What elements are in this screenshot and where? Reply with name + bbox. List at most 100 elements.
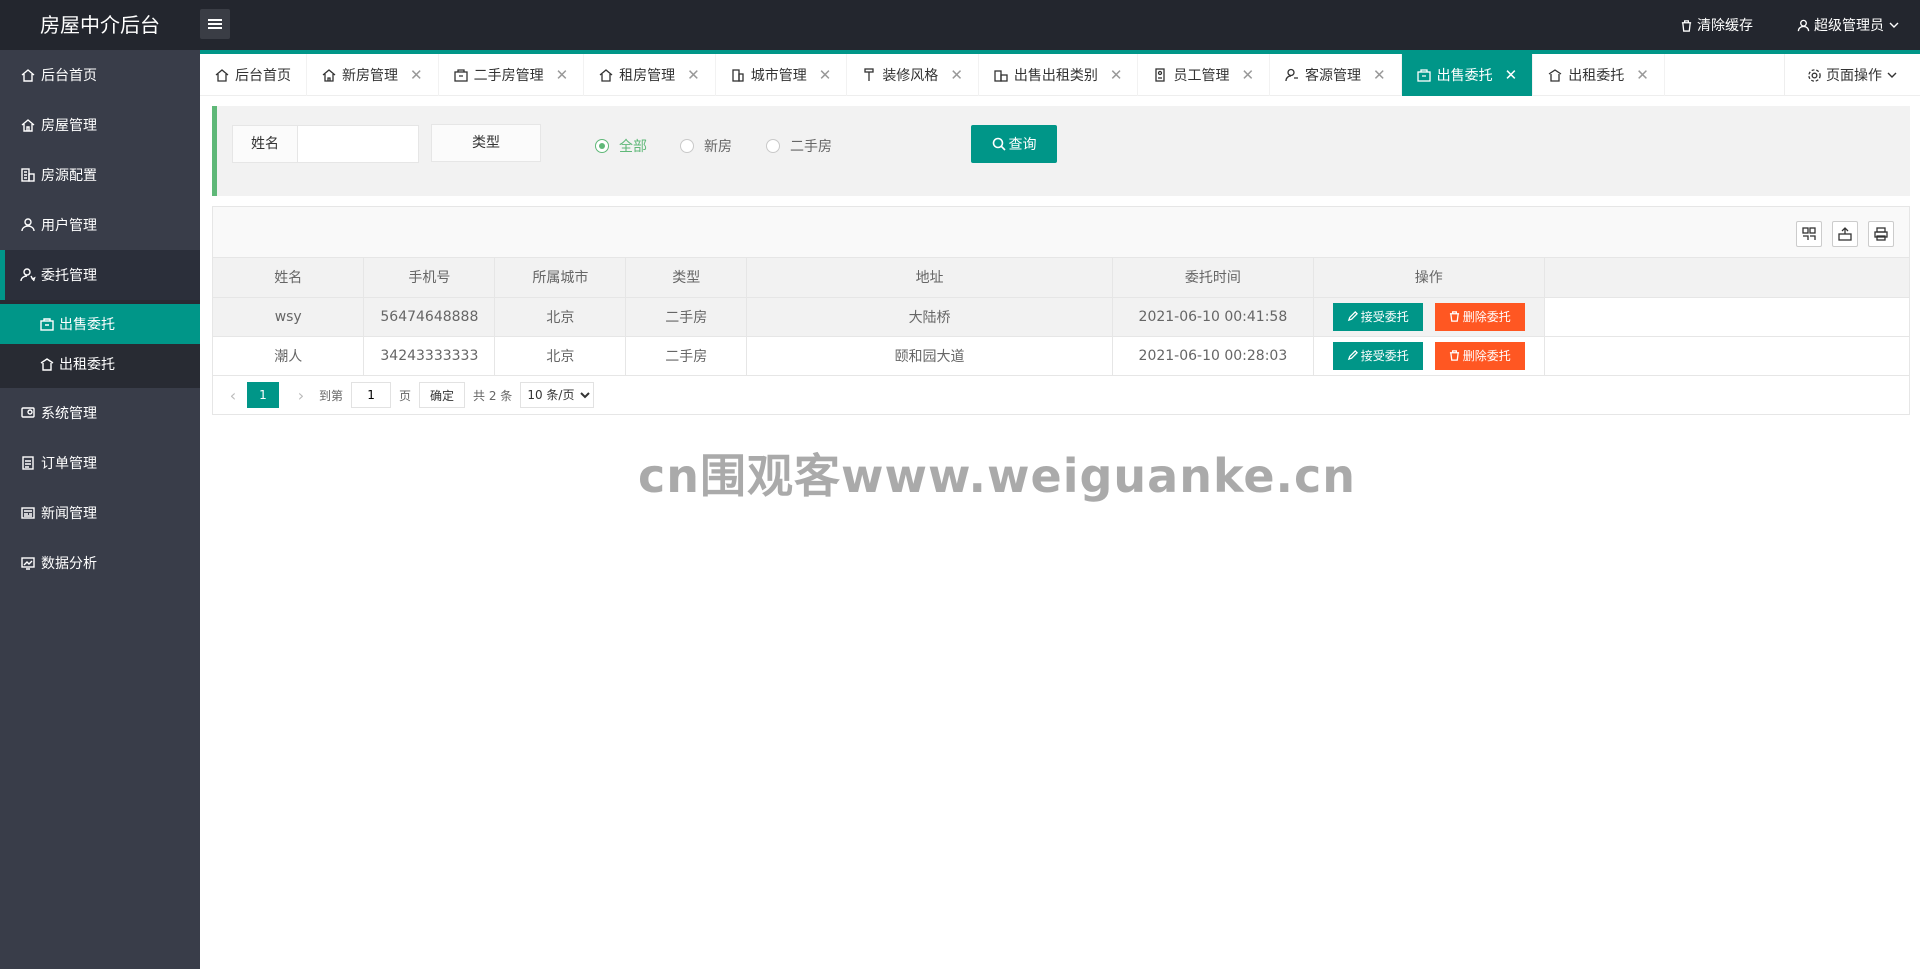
column-header[interactable]: 所属城市 <box>494 258 627 298</box>
delete-commission-button[interactable]: 删除委托 <box>1434 302 1525 331</box>
sidebar-item-home[interactable]: 后台首页 <box>0 50 200 100</box>
sidebar-item-orders[interactable]: 订单管理 <box>0 438 200 488</box>
delete-commission-button[interactable]: 删除委托 <box>1434 341 1525 370</box>
news-icon <box>21 507 35 519</box>
order-icon <box>22 456 34 470</box>
table-row[interactable]: 潮人 34243333333 北京 二手房 颐和园大道 2021-06-10 0… <box>213 336 1909 376</box>
sidebar-item-users[interactable]: 用户管理 <box>0 200 200 250</box>
trash-icon <box>1449 311 1459 322</box>
radio-all[interactable]: 全部 <box>595 136 647 156</box>
tab-bar: 后台首页 新房管理 ✕ 二手房管理 ✕ 租房管理 ✕ 城市管理 ✕ 装修风格 ✕ <box>200 50 1920 96</box>
total-count: 共 2 条 <box>473 388 513 403</box>
gear-icon <box>1808 68 1821 82</box>
trash-icon <box>1449 350 1459 361</box>
sidebar-subitem-rent-commission[interactable]: 出租委托 <box>0 344 200 384</box>
column-header[interactable]: 委托时间 <box>1112 258 1314 298</box>
export-button[interactable] <box>1832 221 1858 247</box>
tab-new-house[interactable]: 新房管理 ✕ <box>307 54 439 96</box>
hamburger-icon <box>208 23 222 25</box>
menu-toggle-button[interactable] <box>200 9 230 39</box>
confirm-page-button[interactable]: 确定 <box>419 382 466 408</box>
table-row[interactable]: wsy 56474648888 北京 二手房 大陆桥 2021-06-10 00… <box>213 297 1909 337</box>
close-icon[interactable]: ✕ <box>1505 66 1518 84</box>
top-header: 房屋中介后台 清除缓存 超级管理员 <box>0 0 1920 50</box>
close-icon[interactable]: ✕ <box>1373 66 1386 84</box>
column-filler <box>1544 258 1909 298</box>
cell-filler <box>1544 336 1909 376</box>
cell-phone: 56474648888 <box>363 297 496 337</box>
tab-city[interactable]: 城市管理 ✕ <box>716 54 848 96</box>
prev-page-button[interactable]: ‹ <box>223 386 243 405</box>
page-operations-menu[interactable]: 页面操作 <box>1784 54 1920 96</box>
name-input[interactable] <box>297 125 419 163</box>
sidebar: 后台首页 房屋管理 房源配置 用户管理 委托管理 出售委托 出租委托 系统管理 … <box>0 50 200 969</box>
paint-roller-icon <box>864 68 874 81</box>
close-icon[interactable]: ✕ <box>1636 66 1649 84</box>
page-size-select[interactable]: 10 条/页 <box>520 382 595 408</box>
tab-home[interactable]: 后台首页 <box>200 54 307 96</box>
close-icon[interactable]: ✕ <box>1241 66 1254 84</box>
sidebar-item-house[interactable]: 房屋管理 <box>0 100 200 150</box>
cell-city: 北京 <box>494 297 627 337</box>
commission-table: 姓名 手机号 所属城市 类型 地址 委托时间 操作 wsy 5647464888… <box>213 258 1909 376</box>
current-page[interactable]: 1 <box>247 382 279 408</box>
house-icon <box>599 69 613 82</box>
sidebar-subitem-sale-commission[interactable]: 出售委托 <box>0 304 200 344</box>
sale-icon <box>1416 69 1431 82</box>
sidebar-item-system[interactable]: 系统管理 <box>0 388 200 438</box>
close-icon[interactable]: ✕ <box>1110 66 1123 84</box>
cell-time: 2021-06-10 00:28:03 <box>1112 336 1314 376</box>
close-icon[interactable]: ✕ <box>687 66 700 84</box>
user-icon <box>21 218 35 232</box>
close-icon[interactable]: ✕ <box>556 66 569 84</box>
print-button[interactable] <box>1868 221 1894 247</box>
sidebar-item-news[interactable]: 新闻管理 <box>0 488 200 538</box>
tab-decoration[interactable]: 装修风格 ✕ <box>847 54 979 96</box>
rent-icon <box>1548 69 1562 82</box>
tab-sale-commission[interactable]: 出售委托 ✕ <box>1401 54 1534 96</box>
tab-second-hand[interactable]: 二手房管理 ✕ <box>439 54 585 96</box>
column-header[interactable]: 类型 <box>625 258 748 298</box>
sidebar-item-commission[interactable]: 委托管理 <box>0 250 200 300</box>
next-page-button[interactable]: › <box>291 386 311 405</box>
type-label: 类型 <box>431 124 541 162</box>
cell-address: 颐和园大道 <box>746 336 1113 376</box>
column-header[interactable]: 手机号 <box>363 258 496 298</box>
column-header[interactable]: 地址 <box>746 258 1113 298</box>
accept-commission-button[interactable]: 接受委托 <box>1332 341 1423 370</box>
home-icon <box>21 69 35 82</box>
close-icon[interactable]: ✕ <box>950 66 963 84</box>
radio-new-house[interactable]: 新房 <box>680 136 732 156</box>
sidebar-item-listing-config[interactable]: 房源配置 <box>0 150 200 200</box>
user-icon <box>1797 19 1810 31</box>
column-header[interactable]: 姓名 <box>213 258 365 298</box>
cell-type: 二手房 <box>625 336 748 376</box>
accept-commission-button[interactable]: 接受委托 <box>1332 302 1423 331</box>
admin-menu[interactable]: 超级管理员 <box>1797 15 1900 35</box>
search-button[interactable]: 查询 <box>971 125 1057 163</box>
tab-rental[interactable]: 租房管理 ✕ <box>584 54 716 96</box>
filter-columns-button[interactable] <box>1796 221 1822 247</box>
tab-clients[interactable]: 客源管理 ✕ <box>1270 54 1402 96</box>
close-icon[interactable]: ✕ <box>410 66 423 84</box>
building-icon <box>21 168 35 182</box>
tab-rent-commission[interactable]: 出租委托 ✕ <box>1533 54 1665 96</box>
system-icon <box>21 407 35 418</box>
page-number-input[interactable] <box>351 382 392 408</box>
radio-checked-icon <box>595 139 609 153</box>
clear-cache-button[interactable]: 清除缓存 <box>1680 15 1753 35</box>
name-label: 姓名 <box>232 125 298 163</box>
home-icon <box>215 69 229 82</box>
close-icon[interactable]: ✕ <box>819 66 832 84</box>
radio-second-hand[interactable]: 二手房 <box>766 136 832 156</box>
cell-phone: 34243333333 <box>363 336 496 376</box>
page-unit-label: 页 <box>399 388 412 403</box>
cell-actions: 接受委托 删除委托 <box>1313 336 1545 376</box>
category-icon <box>994 70 1008 82</box>
tab-category[interactable]: 出售出租类别 ✕ <box>979 54 1139 96</box>
cell-filler <box>1544 297 1909 337</box>
house-icon <box>21 119 35 132</box>
sidebar-item-analytics[interactable]: 数据分析 <box>0 538 200 588</box>
commission-submenu: 出售委托 出租委托 <box>0 300 200 388</box>
tab-staff[interactable]: 员工管理 ✕ <box>1138 54 1271 96</box>
